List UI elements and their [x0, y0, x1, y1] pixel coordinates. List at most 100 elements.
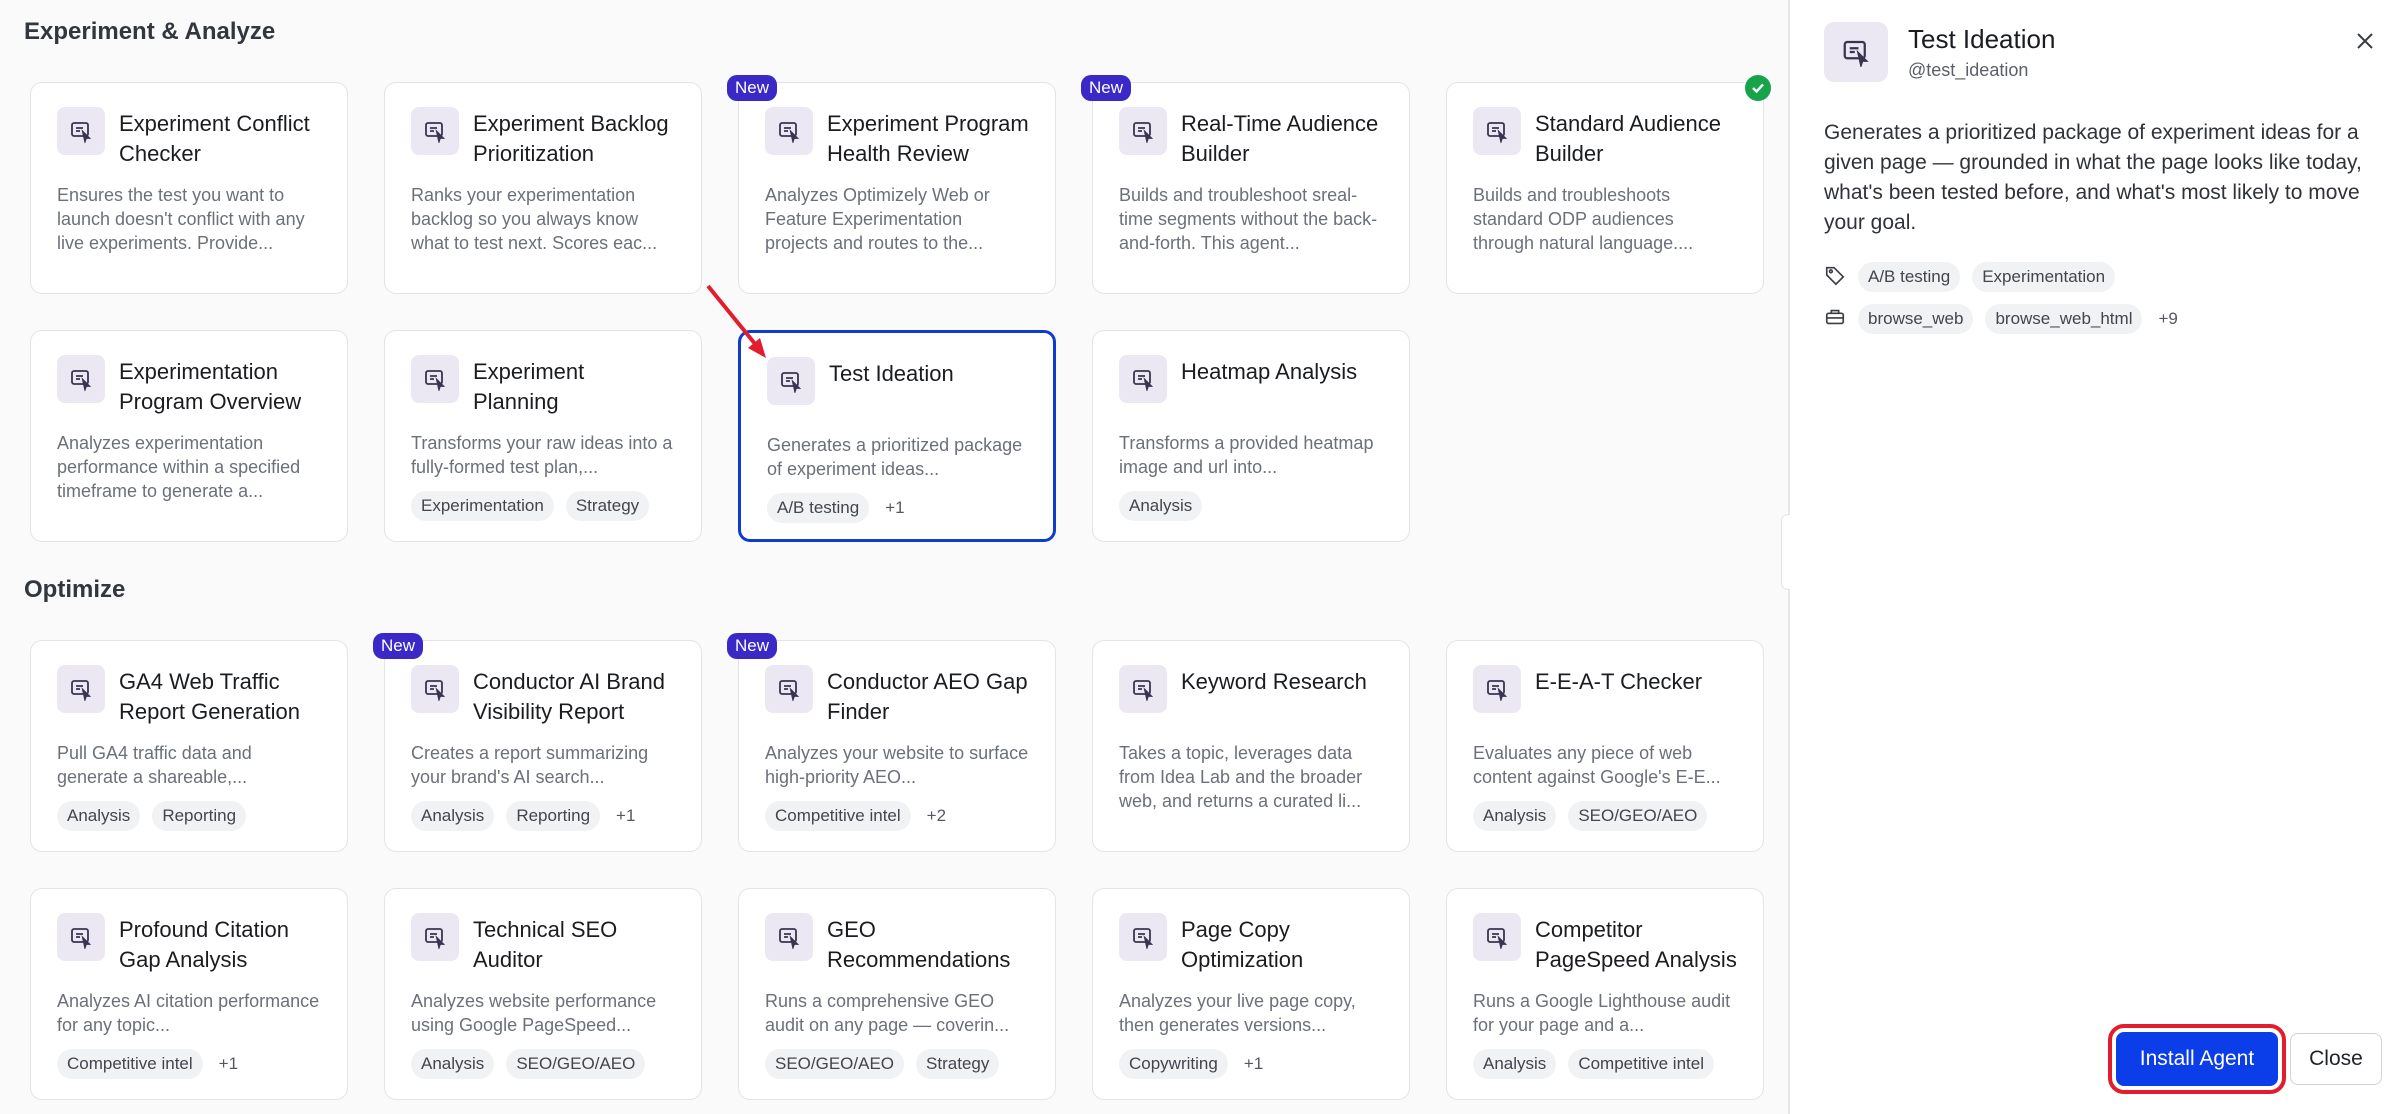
agent-card[interactable]: GA4 Web Traffic Report Generation Pull G…: [30, 640, 348, 852]
panel-tool: browse_web_html: [1985, 304, 2143, 334]
agent-card[interactable]: Experiment Conflict Checker Ensures the …: [30, 82, 348, 294]
card-description: Transforms a provided heatmap image and …: [1119, 433, 1374, 477]
install-agent-button[interactable]: Install Agent: [2116, 1032, 2278, 1086]
agent-card[interactable]: New Conductor AI Brand Visibility Report…: [373, 633, 702, 852]
agent-icon: [765, 107, 813, 155]
agent-card[interactable]: E-E-A-T Checker Evaluates any piece of w…: [1446, 640, 1764, 852]
agent-card[interactable]: GEO Recommendations Runs a comprehensive…: [738, 888, 1056, 1100]
card-tags: SEO/GEO/AEO Strategy: [765, 1049, 1029, 1079]
agent-detail-panel: Test Ideation @test_ideation Generates a…: [1790, 0, 2392, 1114]
card-description: Analyzes AI citation performance for any…: [57, 991, 320, 1035]
card-description: Transforms your raw ideas into a fully-f…: [411, 433, 673, 477]
agent-icon: [411, 107, 459, 155]
card-header: Experimentation Program Overview: [57, 355, 321, 419]
agent-card[interactable]: Keyword Research Takes a topic, leverage…: [1092, 640, 1410, 852]
agent-icon: [57, 665, 105, 713]
agent-icon: [411, 913, 459, 961]
agent-icon: [765, 665, 813, 713]
agent-card[interactable]: New Experiment Program Health Review Ana…: [727, 75, 1056, 294]
panel-description: Generates a prioritized package of exper…: [1824, 121, 2362, 234]
card-title: Conductor AEO Gap Finder: [827, 669, 1028, 724]
card-title: Experiment Backlog Prioritization: [473, 111, 669, 166]
agent-card[interactable]: Experiment Planning Transforms your raw …: [384, 330, 702, 542]
new-badge: New: [1081, 75, 1132, 101]
agent-card[interactable]: Experiment Backlog Prioritization Ranks …: [384, 82, 702, 294]
card-tag: SEO/GEO/AEO: [765, 1049, 905, 1079]
card-header: Conductor AI Brand Visibility Report: [411, 665, 675, 729]
card-title: Page Copy Optimization: [1181, 917, 1304, 972]
card-tag: Strategy: [916, 1049, 1000, 1079]
card-tag: Analysis: [1119, 491, 1203, 521]
agent-card[interactable]: Heatmap Analysis Transforms a provided h…: [1092, 330, 1410, 542]
agent-catalog: Experiment & Analyze Optimize Experiment…: [0, 0, 1788, 1114]
card-title: Standard Audience Builder: [1535, 111, 1721, 166]
agent-icon: [57, 355, 105, 403]
agent-icon: [57, 107, 105, 155]
card-header: Heatmap Analysis: [1119, 355, 1383, 419]
card-tags: Experimentation Strategy: [411, 491, 675, 521]
card-description: Analyzes Optimizely Web or Feature Exper…: [765, 185, 990, 253]
card-title: Heatmap Analysis: [1181, 359, 1358, 384]
card-tag: Competitive intel: [57, 1049, 203, 1079]
card-description: Builds and troubleshoot sreal-time segme…: [1119, 185, 1378, 253]
card-header: Competitor PageSpeed Analysis: [1473, 913, 1737, 977]
card-tag: Analysis: [1473, 801, 1557, 831]
card-title: Competitor PageSpeed Analysis: [1535, 917, 1737, 972]
panel-tools-row: browse_web browse_web_html +9: [1824, 304, 2182, 334]
agent-icon: [1119, 665, 1167, 713]
card-header: Page Copy Optimization: [1119, 913, 1383, 977]
card-description: Ranks your experimentation backlog so yo…: [411, 185, 658, 253]
card-tags: Analysis SEO/GEO/AEO: [411, 1049, 675, 1079]
new-badge: New: [727, 75, 778, 101]
agent-icon: [1473, 107, 1521, 155]
card-tag: Analysis: [1473, 1049, 1557, 1079]
agent-card[interactable]: New Real-Time Audience Builder Builds an…: [1081, 75, 1410, 294]
agent-card[interactable]: Test Ideation Generates a prioritized pa…: [738, 330, 1056, 542]
panel-tools-more: +9: [2158, 309, 2178, 328]
card-header: Experiment Planning: [411, 355, 675, 419]
close-icon[interactable]: [2350, 26, 2380, 56]
card-description: Builds and troubleshoots standard ODP au…: [1473, 185, 1694, 253]
card-tag: SEO/GEO/AEO: [506, 1049, 646, 1079]
card-title: Experiment Program Health Review: [827, 111, 1029, 166]
agent-card[interactable]: Standard Audience Builder Builds and tro…: [1446, 75, 1771, 294]
card-tags: Copywriting +1: [1119, 1049, 1383, 1079]
card-title: Real-Time Audience Builder: [1181, 111, 1379, 166]
panel-title: Test Ideation: [1908, 24, 2056, 54]
app-root: Experiment & Analyze Optimize Experiment…: [0, 0, 2392, 1114]
card-header: Test Ideation: [767, 357, 1027, 421]
card-tag: Analysis: [411, 1049, 495, 1079]
card-title: Experiment Conflict Checker: [119, 111, 310, 166]
card-tag: Competitive intel: [1568, 1049, 1714, 1079]
agent-card[interactable]: New Conductor AEO Gap Finder Analyzes yo…: [727, 633, 1056, 852]
agent-card[interactable]: Technical SEO Auditor Analyzes website p…: [384, 888, 702, 1100]
card-tags: Analysis Competitive intel: [1473, 1049, 1737, 1079]
card-tags-more: +1: [616, 806, 636, 825]
agent-card[interactable]: Competitor PageSpeed Analysis Runs a Goo…: [1446, 888, 1764, 1100]
card-title: Conductor AI Brand Visibility Report: [473, 669, 666, 724]
card-header: Experiment Backlog Prioritization: [411, 107, 675, 171]
card-title: Test Ideation: [829, 361, 954, 386]
card-header: Profound Citation Gap Analysis: [57, 913, 321, 977]
section-title-optimize: Optimize: [24, 576, 126, 603]
agent-card[interactable]: Page Copy Optimization Analyzes your liv…: [1092, 888, 1410, 1100]
card-tags: Analysis Reporting: [57, 801, 321, 831]
agent-icon: [1824, 22, 1888, 82]
new-badge: New: [727, 633, 778, 659]
agent-icon: [411, 665, 459, 713]
agent-icon: [57, 913, 105, 961]
card-description: Analyzes experimentation performance wit…: [57, 433, 301, 501]
agent-icon: [411, 355, 459, 403]
card-description: Analyzes your live page copy, then gener…: [1119, 991, 1356, 1035]
agent-icon: [1119, 107, 1167, 155]
card-tag: Competitive intel: [765, 801, 911, 831]
agent-card[interactable]: Experimentation Program Overview Analyze…: [30, 330, 348, 542]
agent-icon: [1473, 913, 1521, 961]
card-header: GA4 Web Traffic Report Generation: [57, 665, 321, 729]
card-description: Runs a comprehensive GEO audit on any pa…: [765, 991, 1010, 1035]
close-button[interactable]: Close: [2290, 1033, 2382, 1085]
card-tags: Analysis Reporting +1: [411, 801, 675, 831]
card-tag: Reporting: [152, 801, 247, 831]
agent-card[interactable]: Profound Citation Gap Analysis Analyzes …: [30, 888, 348, 1100]
card-title: GEO Recommendations: [827, 917, 1011, 972]
